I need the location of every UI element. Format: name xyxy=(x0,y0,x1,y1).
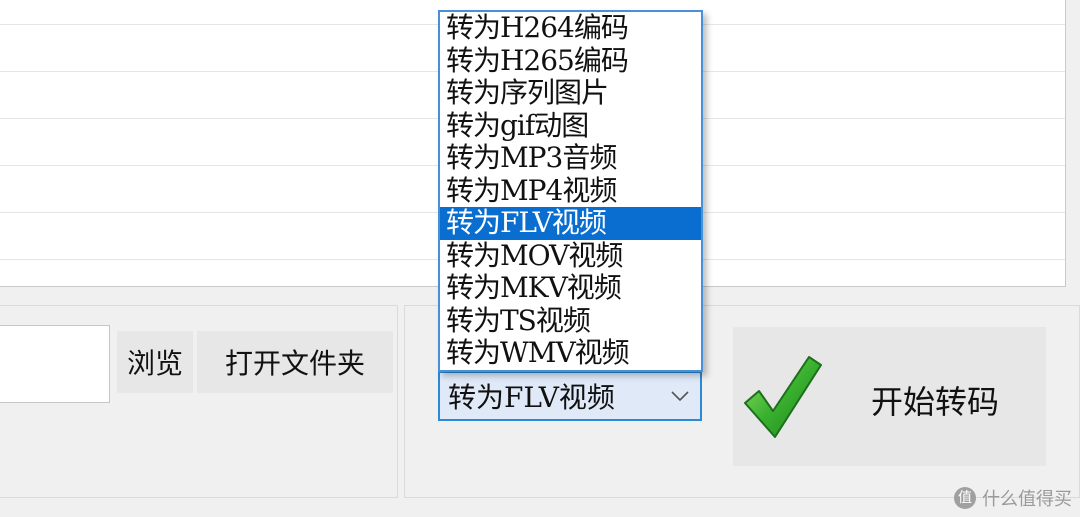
format-option-mp4[interactable]: 转为MP4视频 xyxy=(440,174,701,208)
format-select-value: 转为FLV视频 xyxy=(448,381,615,414)
format-option-h265[interactable]: 转为H265编码 xyxy=(440,44,701,78)
start-convert-button[interactable]: 开始转码 xyxy=(733,327,1046,466)
format-option-ts[interactable]: 转为TS视频 xyxy=(440,304,701,338)
format-option-mov[interactable]: 转为MOV视频 xyxy=(440,239,701,273)
format-option-mkv[interactable]: 转为MKV视频 xyxy=(440,271,701,305)
chevron-down-icon[interactable] xyxy=(660,391,700,401)
output-path-input[interactable] xyxy=(0,325,110,403)
format-option-mp3[interactable]: 转为MP3音频 xyxy=(440,141,701,175)
start-convert-label: 开始转码 xyxy=(871,384,1000,420)
format-select[interactable]: 转为FLV视频 xyxy=(438,371,702,421)
format-option-image-sequence[interactable]: 转为序列图片 xyxy=(440,76,701,110)
checkmark-icon xyxy=(744,356,822,438)
format-option-gif[interactable]: 转为gif动图 xyxy=(440,109,701,143)
format-dropdown-list[interactable]: 转为H264编码 转为H265编码 转为序列图片 转为gif动图 转为MP3音频… xyxy=(438,10,703,372)
watermark-text: 什么值得买 xyxy=(982,489,1072,510)
smzdm-logo-icon: 值 xyxy=(954,487,976,509)
watermark: 值 什么值得买 xyxy=(954,485,1072,511)
format-option-wmv[interactable]: 转为WMV视频 xyxy=(440,336,701,370)
open-folder-button[interactable]: 打开文件夹 xyxy=(197,331,393,393)
browse-button[interactable]: 浏览 xyxy=(117,331,193,393)
format-option-flv[interactable]: 转为FLV视频 xyxy=(440,206,701,240)
format-option-h264[interactable]: 转为H264编码 xyxy=(440,12,701,45)
